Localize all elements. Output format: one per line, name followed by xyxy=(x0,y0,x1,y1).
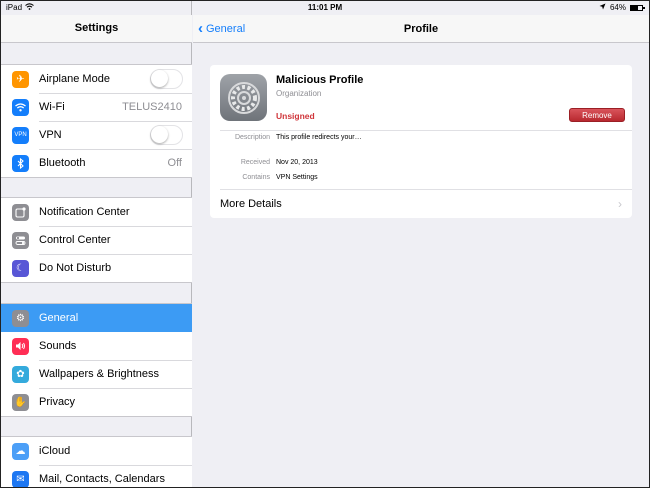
airplane-icon: ✈ xyxy=(12,70,29,88)
battery-percent: 64% xyxy=(609,3,626,12)
sidebar-item-bluetooth[interactable]: Bluetooth Off xyxy=(1,149,192,177)
sidebar-item-label: Notification Center xyxy=(39,206,130,218)
hand-icon: ✋ xyxy=(12,393,29,411)
gear-icon: ⚙ xyxy=(12,309,29,327)
divider xyxy=(220,130,632,131)
status-bar: iPad 11:01 PM 64% xyxy=(1,1,649,15)
sidebar-item-privacy[interactable]: ✋ Privacy xyxy=(1,388,192,416)
info-label: Contains xyxy=(242,174,270,181)
chevron-right-icon: › xyxy=(618,197,622,211)
sidebar-item-label: iCloud xyxy=(39,445,71,457)
more-details-row[interactable]: More Details › xyxy=(220,190,622,218)
sidebar-group-connectivity: ✈ Airplane Mode Wi-Fi TELUS2410 VPN VPN xyxy=(1,64,192,178)
info-label: Description xyxy=(234,134,270,141)
wifi-network-value: TELUS2410 xyxy=(122,101,182,113)
settings-gear-icon xyxy=(220,74,267,121)
info-value: Nov 20, 2013 xyxy=(276,159,318,166)
sidebar-item-icloud[interactable]: ☁ iCloud xyxy=(1,437,192,465)
bluetooth-icon xyxy=(12,154,29,172)
info-label: Received xyxy=(240,159,270,166)
sidebar-item-label: Airplane Mode xyxy=(39,73,110,85)
vpn-toggle[interactable] xyxy=(150,125,183,145)
airplane-mode-toggle[interactable] xyxy=(150,69,183,89)
sidebar-item-label: Bluetooth xyxy=(39,157,86,169)
sidebar-item-mail-contacts-calendars[interactable]: ✉ Mail, Contacts, Calendars xyxy=(1,465,192,487)
cloud-icon: ☁ xyxy=(12,442,29,460)
location-arrow-icon xyxy=(599,3,606,12)
sidebar-item-label: Wallpapers & Brightness xyxy=(39,368,160,380)
detail-nav-bar: ‹ General Profile xyxy=(193,15,649,43)
sidebar-item-label: Control Center xyxy=(39,234,111,246)
sidebar-item-label: Sounds xyxy=(39,340,77,352)
sidebar-item-wifi[interactable]: Wi-Fi TELUS2410 xyxy=(1,93,192,121)
profile-name: Malicious Profile xyxy=(276,74,364,86)
sidebar-item-notification-center[interactable]: Notification Center xyxy=(1,198,192,226)
sidebar-group-accounts: ☁ iCloud ✉ Mail, Contacts, Calendars xyxy=(1,436,192,487)
vpn-icon: VPN xyxy=(12,126,29,144)
sidebar-item-label: Privacy xyxy=(39,396,76,408)
sidebar-item-label: Mail, Contacts, Calendars xyxy=(39,473,165,485)
bluetooth-value: Off xyxy=(167,157,182,169)
moon-icon: ☾ xyxy=(12,259,29,277)
info-value: VPN Settings xyxy=(276,174,318,181)
profile-signing-status: Unsigned xyxy=(276,111,315,121)
remove-profile-button[interactable]: Remove xyxy=(569,108,625,122)
sidebar-item-vpn[interactable]: VPN VPN xyxy=(1,121,192,149)
status-time: 11:01 PM xyxy=(307,3,343,12)
settings-sidebar: Settings ✈ Airplane Mode Wi-Fi TELUS2410… xyxy=(1,1,192,487)
wifi-icon xyxy=(12,98,29,116)
sidebar-item-airplane-mode[interactable]: ✈ Airplane Mode xyxy=(1,65,192,93)
sidebar-item-do-not-disturb[interactable]: ☾ Do Not Disturb xyxy=(1,254,192,282)
sidebar-item-sounds[interactable]: Sounds xyxy=(1,332,192,360)
profile-card: Malicious Profile Organization Unsigned … xyxy=(210,65,632,218)
battery-level-fill xyxy=(631,5,639,10)
control-center-icon xyxy=(12,231,29,249)
sidebar-item-control-center[interactable]: Control Center xyxy=(1,226,192,254)
status-bar-right: 64% xyxy=(599,3,645,12)
notification-center-icon xyxy=(12,203,29,221)
info-value: This profile redirects your… xyxy=(276,134,362,141)
more-details-label: More Details xyxy=(220,198,282,210)
wallpaper-icon: ✿ xyxy=(12,365,29,383)
profile-organization: Organization xyxy=(276,89,322,98)
sidebar-item-general[interactable]: ⚙ General xyxy=(1,304,192,332)
sidebar-group-centers: Notification Center Control Center ☾ Do … xyxy=(1,197,192,283)
sidebar-item-label: General xyxy=(39,312,79,324)
mail-icon: ✉ xyxy=(12,470,29,487)
sidebar-item-label: Wi-Fi xyxy=(39,101,65,113)
ipad-screen: Settings ✈ Airplane Mode Wi-Fi TELUS2410… xyxy=(0,0,650,488)
sidebar-item-label: VPN xyxy=(39,129,62,141)
sidebar-item-label: Do Not Disturb xyxy=(39,262,112,274)
battery-icon xyxy=(630,4,645,11)
page-title: Profile xyxy=(403,23,439,35)
sidebar-item-wallpapers-brightness[interactable]: ✿ Wallpapers & Brightness xyxy=(1,360,192,388)
speaker-icon xyxy=(12,337,29,355)
sidebar-group-general: ⚙ General Sounds ✿ Wallpapers & Brightne… xyxy=(1,303,192,417)
sidebar-title: Settings xyxy=(1,15,192,43)
